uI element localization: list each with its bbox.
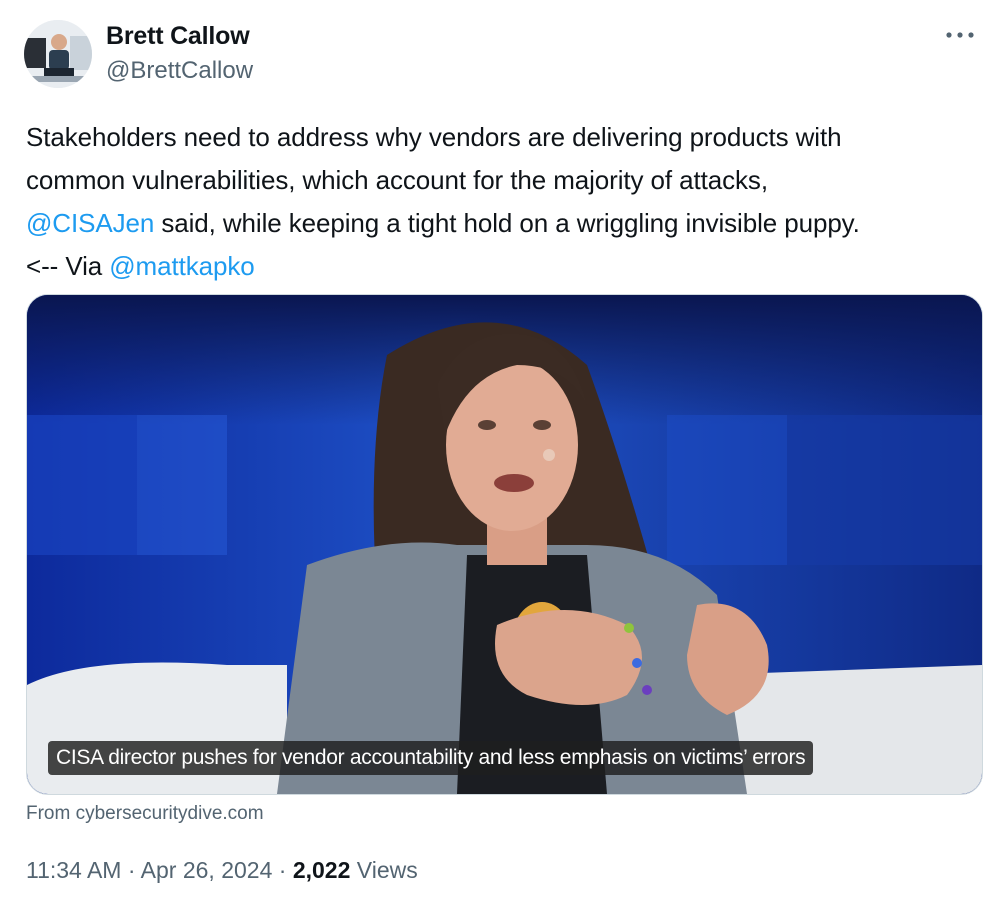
link-card-media[interactable]: CISA director pushes for vendor accounta… (26, 294, 983, 795)
tweet-meta: 11:34 AM · Apr 26, 2024 · 2,022 Views (26, 857, 418, 884)
tweet-text-line: common vulnerabilities, which account fo… (26, 165, 768, 195)
author-name[interactable]: Brett Callow (106, 22, 250, 51)
author-handle[interactable]: @BrettCallow (106, 57, 253, 85)
mention-link[interactable]: @CISAJen (26, 208, 154, 238)
more-options-button[interactable] (942, 20, 978, 50)
timestamp-time[interactable]: 11:34 AM (26, 857, 121, 883)
person-avatar-icon (24, 20, 92, 88)
tweet-card: Brett Callow @BrettCallow Stakeholders n… (0, 0, 1000, 909)
meta-separator: · (121, 857, 141, 883)
ellipsis-icon (946, 32, 974, 38)
tweet-text-segment: <-- Via (26, 251, 110, 281)
author-avatar[interactable] (24, 20, 92, 88)
tweet-text-segment: said, while keeping a tight hold on a wr… (154, 208, 860, 238)
views-count: 2,022 (292, 857, 351, 883)
tweet-text: Stakeholders need to address why vendors… (26, 116, 976, 288)
mention-link[interactable]: @mattkapko (109, 251, 254, 281)
link-source[interactable]: From cybersecuritydive.com (26, 803, 264, 825)
tweet-text-line: @CISAJen said, while keeping a tight hol… (26, 202, 976, 245)
video-caption: CISA director pushes for vendor accounta… (48, 741, 814, 775)
tweet-text-line: Stakeholders need to address why vendors… (26, 122, 842, 152)
tweet-text-line: <-- Via @mattkapko (26, 245, 976, 288)
meta-separator: · (272, 857, 293, 883)
views-label: Views (356, 857, 418, 883)
video-still-image (27, 295, 982, 794)
timestamp-date[interactable]: Apr 26, 2024 (141, 857, 273, 883)
